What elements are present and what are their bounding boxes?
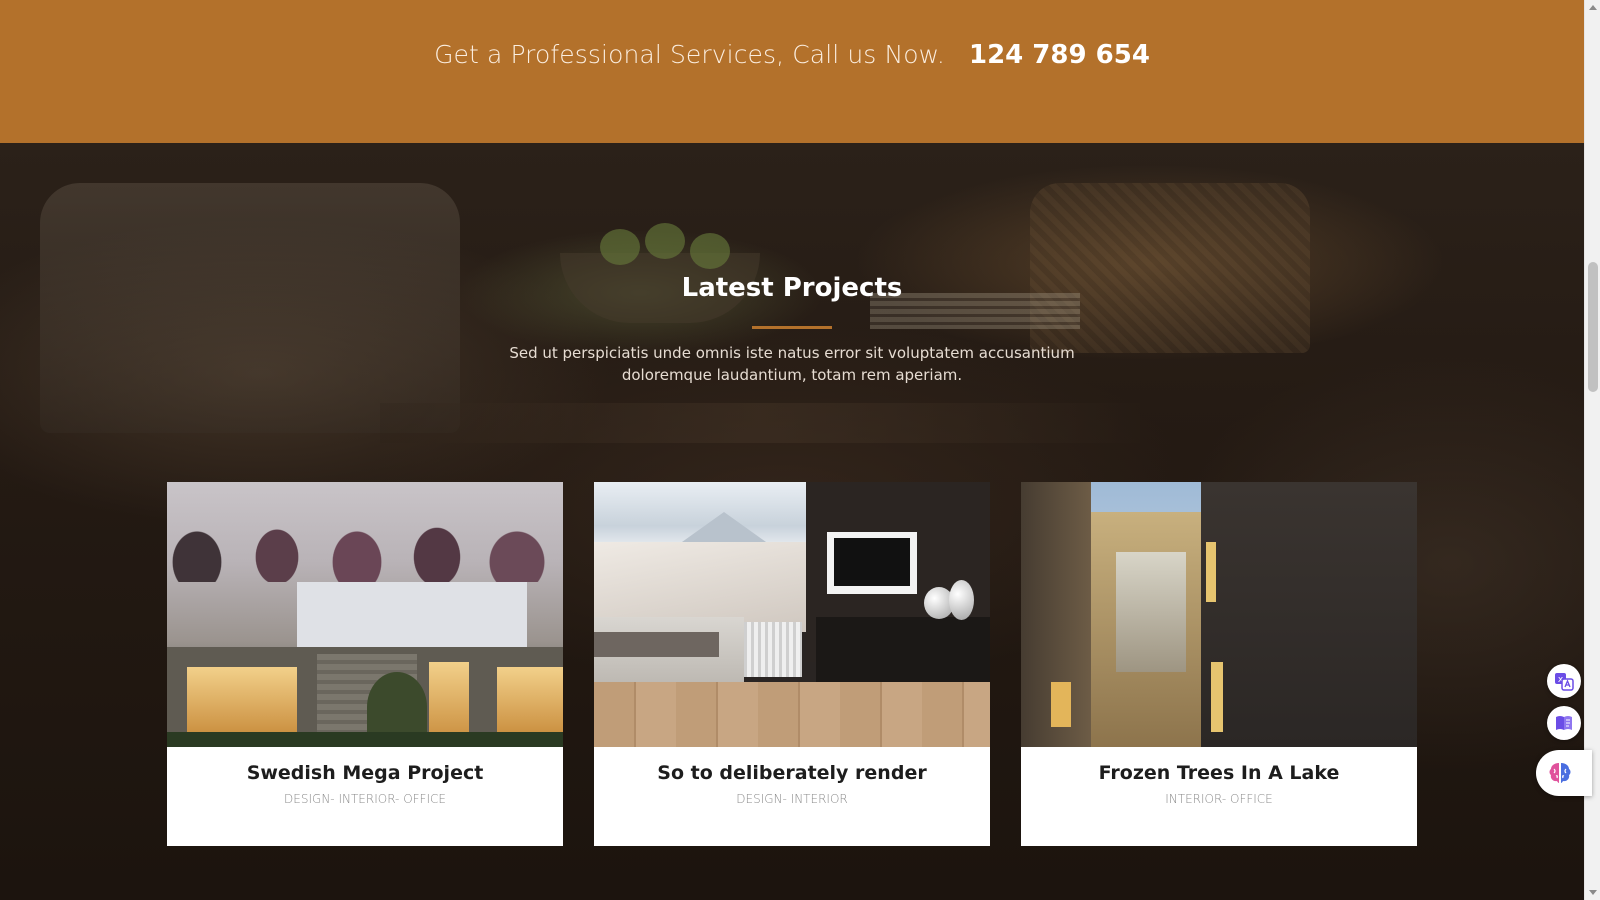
image-lit-window bbox=[1051, 682, 1071, 727]
image-window bbox=[497, 667, 563, 737]
background-apple bbox=[600, 229, 640, 265]
scroll-thumb[interactable] bbox=[1588, 262, 1598, 392]
brain-icon bbox=[1549, 763, 1571, 783]
background-sofa bbox=[40, 183, 460, 433]
project-card[interactable]: So to deliberately render DESIGN- INTERI… bbox=[594, 482, 990, 846]
project-image-bedroom[interactable] bbox=[594, 482, 990, 747]
project-title[interactable]: Swedish Mega Project bbox=[167, 762, 563, 784]
project-title[interactable]: Frozen Trees In A Lake bbox=[1021, 762, 1417, 784]
image-vase bbox=[949, 580, 974, 620]
image-building-right bbox=[1201, 482, 1417, 747]
project-tags: DESIGN- INTERIOR bbox=[736, 792, 848, 806]
book-icon bbox=[1556, 716, 1572, 730]
assistant-button[interactable] bbox=[1536, 750, 1592, 796]
image-floor bbox=[594, 682, 990, 747]
cta-banner: Get a Professional Services, Call us Now… bbox=[0, 0, 1584, 143]
cta-text: Get a Professional Services, Call us Now… bbox=[434, 40, 945, 69]
background-apple bbox=[645, 223, 685, 259]
section-description: Sed ut perspiciatis unde omnis iste natu… bbox=[509, 344, 1075, 384]
translate-icon: x bbox=[1555, 673, 1574, 691]
image-grass bbox=[167, 732, 563, 747]
translate-button[interactable]: x bbox=[1547, 664, 1581, 698]
image-tv-screen bbox=[834, 538, 910, 586]
project-title[interactable]: So to deliberately render bbox=[594, 762, 990, 784]
image-house-upper bbox=[297, 582, 527, 652]
reader-button[interactable] bbox=[1547, 706, 1581, 740]
latest-projects-section: Latest Projects Sed ut perspiciatis unde… bbox=[0, 143, 1584, 900]
background-apple bbox=[690, 233, 730, 269]
background-table bbox=[380, 403, 1140, 443]
project-image-building[interactable] bbox=[1021, 482, 1417, 747]
title-underline bbox=[752, 326, 832, 329]
image-window bbox=[429, 662, 469, 742]
image-blanket bbox=[594, 632, 719, 657]
image-screen-panel bbox=[1116, 552, 1186, 672]
scroll-down-arrow-icon[interactable] bbox=[1589, 890, 1597, 895]
scroll-up-arrow-icon[interactable] bbox=[1589, 5, 1597, 10]
project-card[interactable]: Frozen Trees In A Lake INTERIOR- OFFICE bbox=[1021, 482, 1417, 846]
image-lit-window bbox=[1206, 542, 1216, 602]
image-cabinet bbox=[816, 617, 990, 682]
project-tags: INTERIOR- OFFICE bbox=[1165, 792, 1273, 806]
cta-phone-link[interactable]: 124 789 654 bbox=[969, 40, 1150, 70]
section-title: Latest Projects bbox=[681, 273, 903, 303]
project-image-house[interactable] bbox=[167, 482, 563, 747]
image-lit-window bbox=[1211, 662, 1223, 732]
project-card[interactable]: Swedish Mega Project DESIGN- INTERIOR- O… bbox=[167, 482, 563, 846]
project-tags: DESIGN- INTERIOR- OFFICE bbox=[284, 792, 446, 806]
image-window bbox=[187, 667, 297, 737]
image-trees bbox=[167, 502, 563, 582]
cta-content: Get a Professional Services, Call us Now… bbox=[434, 40, 1150, 70]
